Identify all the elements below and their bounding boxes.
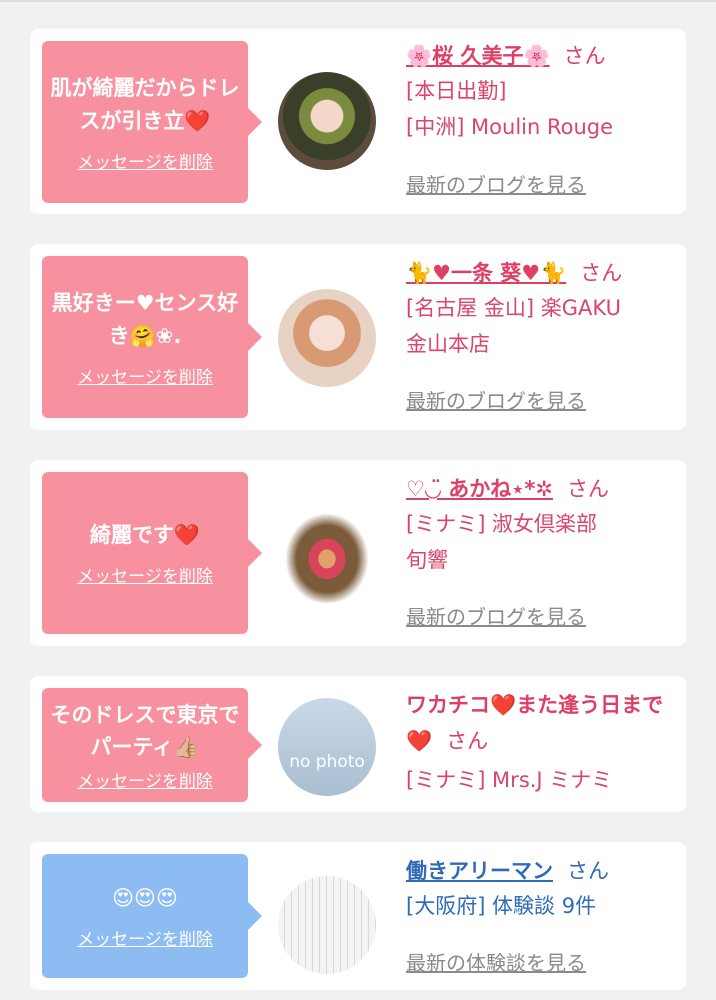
shop-text: [名古屋 金山] 楽GAKU <box>406 296 621 320</box>
honorific: さん <box>580 261 623 285</box>
review-count-text: [大阪府] 体験談 9件 <box>406 894 597 918</box>
message-text: そのドレスで東京でパーティ👍🏼 <box>50 702 240 759</box>
message-card: 😍😍😍 メッセージを削除 働きアリーマン さん [大阪府] 体験談 9件 最新の体… <box>30 842 686 990</box>
status-text: [本日出勤] <box>406 79 507 103</box>
message-bubble: 綺麗です❤️ メッセージを削除 <box>42 472 262 634</box>
user-name-link[interactable]: 🐈♥一条 葵♥🐈 <box>406 261 566 285</box>
honorific: さん <box>567 859 609 883</box>
shop-text: [ミナミ] Mrs.J ミナミ <box>406 768 613 792</box>
message-bubble: 😍😍😍 メッセージを削除 <box>42 854 262 978</box>
honorific: さん <box>567 477 610 501</box>
top-divider <box>0 0 716 2</box>
message-bubble: そのドレスで東京でパーティ👍🏼 メッセージを削除 <box>42 688 262 802</box>
no-photo-label: no photo <box>289 752 365 772</box>
user-name-link[interactable]: ワカチコ❤️また逢う日まで❤️ <box>406 693 663 753</box>
avatar[interactable] <box>278 72 376 170</box>
message-card: 肌が綺麗だからドレスが引き立❤️ メッセージを削除 🌸桜 久美子🌸 さん [本日出… <box>30 29 686 214</box>
shop-text: [ミナミ] 淑女倶楽部 <box>406 512 598 536</box>
user-name-link[interactable]: ♡◡̈ あかね⋆*✲ <box>406 477 553 501</box>
message-bubble: 肌が綺麗だからドレスが引き立❤️ メッセージを削除 <box>42 41 262 203</box>
delete-message-link[interactable]: メッセージを削除 <box>77 363 213 388</box>
delete-message-link[interactable]: メッセージを削除 <box>77 562 213 587</box>
message-text: 😍😍😍 <box>112 886 178 910</box>
honorific: さん <box>563 44 606 68</box>
user-name-link[interactable]: 働きアリーマン <box>406 859 553 883</box>
shop-text-2: 金山本店 <box>406 332 490 356</box>
message-text: 肌が綺麗だからドレスが引き立❤️ <box>50 75 240 133</box>
message-text: 綺麗です❤️ <box>89 523 201 547</box>
avatar[interactable] <box>278 876 376 974</box>
delete-message-link[interactable]: メッセージを削除 <box>77 925 213 950</box>
latest-blog-link[interactable]: 最新のブログを見る <box>406 384 586 418</box>
latest-blog-link[interactable]: 最新のブログを見る <box>406 600 586 634</box>
message-card: 綺麗です❤️ メッセージを削除 ♡◡̈ あかね⋆*✲ さん [ミナミ] 淑女倶楽部… <box>30 460 686 646</box>
avatar[interactable] <box>278 505 376 603</box>
message-card: そのドレスで東京でパーティ👍🏼 メッセージを削除 no photo ワカチコ❤️… <box>30 676 686 812</box>
delete-message-link[interactable]: メッセージを削除 <box>77 767 213 792</box>
user-name-link[interactable]: 🌸桜 久美子🌸 <box>406 44 550 68</box>
latest-blog-link[interactable]: 最新のブログを見る <box>406 168 586 202</box>
shop-text: [中洲] Moulin Rouge <box>406 115 614 139</box>
honorific: さん <box>446 729 489 753</box>
latest-review-link[interactable]: 最新の体験談を見る <box>406 946 586 980</box>
avatar[interactable] <box>278 289 376 387</box>
shop-text-2: 旬響 <box>406 548 448 572</box>
delete-message-link[interactable]: メッセージを削除 <box>77 148 213 173</box>
message-bubble: 黒好きー♥センス好き🤗❀. メッセージを削除 <box>42 256 262 418</box>
message-text: 黒好きー♥センス好き🤗❀. <box>51 290 239 348</box>
no-photo-avatar[interactable]: no photo <box>278 698 376 796</box>
message-card: 黒好きー♥センス好き🤗❀. メッセージを削除 🐈♥一条 葵♥🐈 さん [名古屋 金… <box>30 244 686 430</box>
